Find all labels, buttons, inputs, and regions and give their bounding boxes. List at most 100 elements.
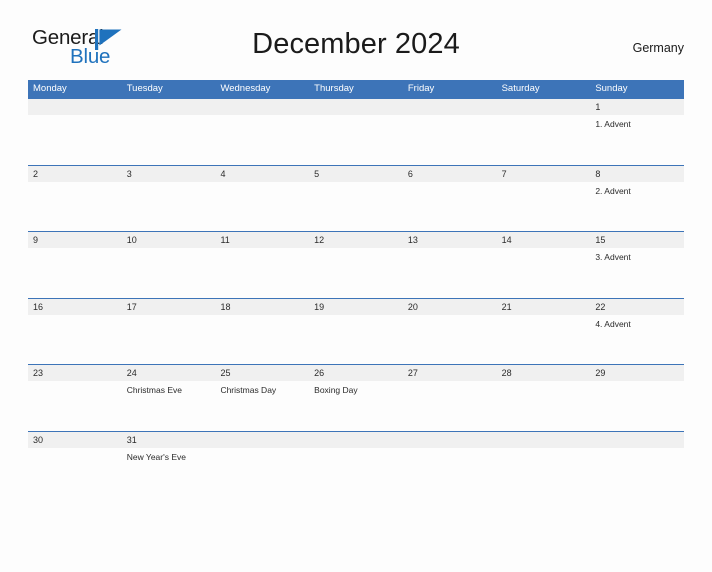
day-event: 3. Advent <box>595 252 631 262</box>
day-event: Boxing Day <box>314 385 358 395</box>
day-number[interactable]: 30 <box>28 432 122 448</box>
page-header: General Blue December 2024 Germany <box>28 22 684 74</box>
day-event <box>215 115 309 164</box>
day-number[interactable]: 28 <box>497 365 591 381</box>
day-event: 2. Advent <box>595 185 631 196</box>
weekday-header-thursday: Thursday <box>314 83 354 94</box>
day-number[interactable]: 16 <box>28 299 122 315</box>
date-number-band: 2 3 4 5 6 7 8 <box>28 165 684 182</box>
day-event <box>122 315 216 364</box>
event-band: 3. Advent <box>28 248 684 297</box>
date-number-band: 23 24 25 26 27 28 29 <box>28 365 684 381</box>
day-number[interactable]: 2 <box>28 166 122 182</box>
day-event <box>122 248 216 297</box>
day-event <box>497 115 591 164</box>
day-event <box>497 448 591 497</box>
day-number[interactable]: 23 <box>28 365 122 381</box>
day-event <box>28 182 122 231</box>
day-number[interactable] <box>309 99 403 115</box>
day-number[interactable]: 9 <box>28 232 122 248</box>
day-number[interactable]: 26 <box>309 365 403 381</box>
day-number[interactable]: 22 <box>590 299 684 315</box>
day-event <box>497 182 591 231</box>
day-number[interactable]: 15 <box>590 232 684 248</box>
day-number[interactable]: 25 <box>215 365 309 381</box>
day-event <box>28 448 122 497</box>
day-number[interactable]: 17 <box>122 299 216 315</box>
day-event <box>28 381 122 430</box>
weekday-header-tuesday: Tuesday <box>126 83 163 94</box>
day-event <box>403 381 497 430</box>
country-label: Germany <box>632 41 684 55</box>
day-number[interactable]: 11 <box>215 232 309 248</box>
day-number[interactable]: 3 <box>122 166 216 182</box>
day-number[interactable]: 6 <box>403 166 497 182</box>
day-number[interactable]: 4 <box>215 166 309 182</box>
day-number[interactable] <box>28 99 122 115</box>
day-event <box>403 115 497 164</box>
day-number[interactable]: 18 <box>215 299 309 315</box>
day-number[interactable] <box>497 99 591 115</box>
day-number[interactable] <box>590 432 684 448</box>
day-event <box>403 182 497 231</box>
day-event <box>403 248 497 297</box>
day-event <box>309 115 403 164</box>
weekday-header-monday: Monday <box>33 83 67 94</box>
day-event <box>497 381 591 430</box>
day-number[interactable]: 19 <box>309 299 403 315</box>
week-row: 16 17 18 19 20 21 22 4. Advent <box>28 297 684 365</box>
date-number-band: 30 31 <box>28 431 684 448</box>
day-number[interactable] <box>215 432 309 448</box>
calendar-grid: Monday Tuesday Wednesday Thursday Friday… <box>28 80 684 497</box>
day-number[interactable]: 7 <box>497 166 591 182</box>
week-row: 2 3 4 5 6 7 8 2. Advent <box>28 164 684 232</box>
week-row: 23 24 25 26 27 28 29 Christmas Eve Chris… <box>28 364 684 431</box>
day-event <box>590 381 684 430</box>
week-row: 30 31 New Year's Eve <box>28 430 684 498</box>
date-number-band: 9 10 11 12 13 14 15 <box>28 232 684 248</box>
day-number[interactable]: 31 <box>122 432 216 448</box>
weekday-header-row: Monday Tuesday Wednesday Thursday Friday… <box>28 80 684 98</box>
weekday-header-sunday: Sunday <box>595 83 628 94</box>
day-event <box>309 315 403 364</box>
day-number[interactable]: 12 <box>309 232 403 248</box>
day-number[interactable]: 1 <box>590 99 684 115</box>
day-number[interactable]: 13 <box>403 232 497 248</box>
day-number[interactable]: 20 <box>403 299 497 315</box>
day-number[interactable]: 14 <box>497 232 591 248</box>
weekday-header-wednesday: Wednesday <box>220 83 271 94</box>
day-event <box>497 248 591 297</box>
day-number[interactable]: 21 <box>497 299 591 315</box>
event-band: 1. Advent <box>28 115 684 164</box>
day-event: Christmas Day <box>220 385 277 395</box>
day-number[interactable] <box>122 99 216 115</box>
event-band: 4. Advent <box>28 314 684 364</box>
day-event <box>309 248 403 297</box>
date-number-band: 16 17 18 19 20 21 22 <box>28 298 684 315</box>
day-number[interactable]: 29 <box>590 365 684 381</box>
day-event: New Year's Eve <box>126 451 186 462</box>
day-event <box>309 448 403 497</box>
day-event <box>309 182 403 231</box>
weekday-header-friday: Friday <box>407 83 435 94</box>
day-event <box>122 182 216 231</box>
day-number[interactable] <box>497 432 591 448</box>
day-number[interactable]: 10 <box>122 232 216 248</box>
day-number[interactable] <box>309 432 403 448</box>
day-event <box>28 315 122 364</box>
day-number[interactable]: 5 <box>309 166 403 182</box>
day-number[interactable] <box>215 99 309 115</box>
day-number[interactable]: 24 <box>122 365 216 381</box>
weekday-header-saturday: Saturday <box>501 83 540 94</box>
day-number[interactable]: 27 <box>403 365 497 381</box>
page-title: December 2024 <box>252 28 460 60</box>
day-event <box>403 448 497 497</box>
day-number[interactable] <box>403 432 497 448</box>
day-number[interactable] <box>403 99 497 115</box>
day-event <box>28 115 122 164</box>
day-number[interactable]: 8 <box>590 166 684 182</box>
week-row: 1 1. Advent <box>28 98 684 165</box>
event-band: 2. Advent <box>28 181 684 231</box>
week-row: 9 10 11 12 13 14 15 3. Advent <box>28 231 684 298</box>
day-event: 4. Advent <box>595 318 631 329</box>
